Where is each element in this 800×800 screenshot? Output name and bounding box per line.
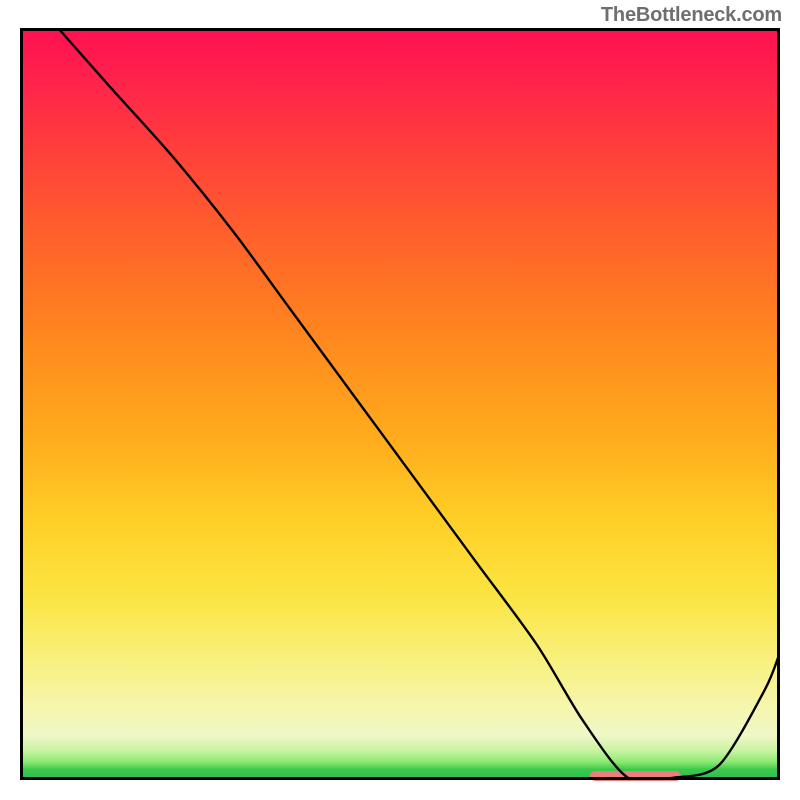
bottleneck-curve: [20, 28, 780, 780]
watermark-text: TheBottleneck.com: [601, 4, 782, 27]
plot-area: [20, 28, 780, 780]
chart-container: TheBottleneck.com: [0, 0, 800, 800]
